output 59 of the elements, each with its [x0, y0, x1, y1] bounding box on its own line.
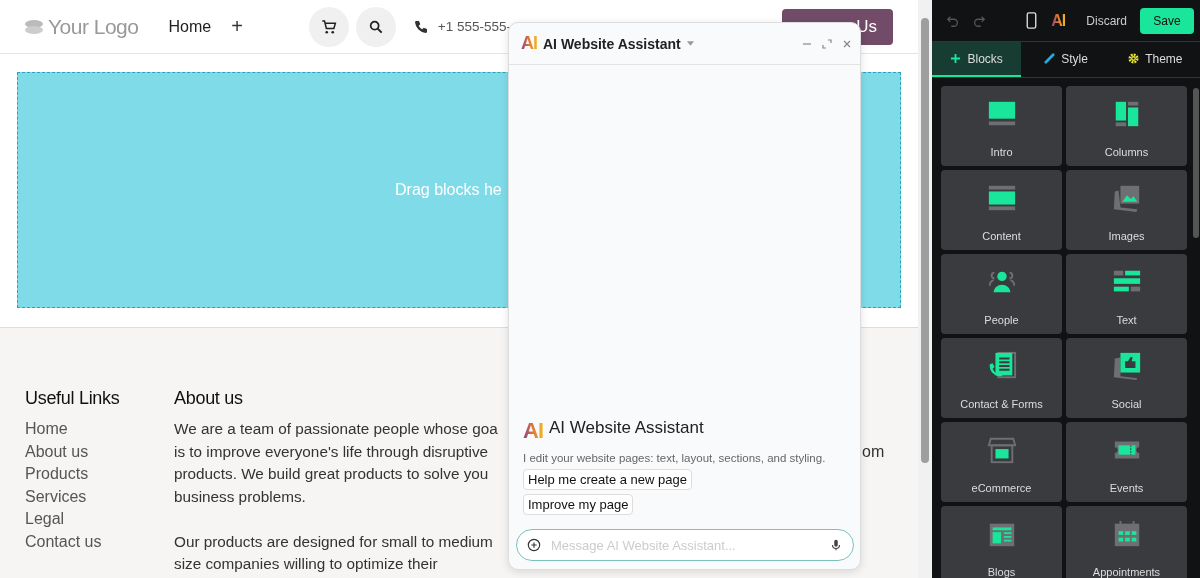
content-block-icon — [986, 183, 1017, 213]
about-heading: About us — [174, 388, 244, 409]
cart-icon — [319, 17, 338, 36]
add-icon[interactable] — [527, 538, 541, 552]
block-tile[interactable]: Text — [1066, 254, 1187, 334]
about-text-line: size companies willing to optimize their — [174, 554, 439, 574]
discard-button[interactable]: Discard — [1080, 12, 1133, 29]
about-text-line: We are a team of passionate people whose goa — [174, 419, 498, 439]
mobile-preview-icon[interactable] — [1026, 12, 1038, 29]
block-tile[interactable]: eCommerce — [941, 422, 1062, 502]
footer-link[interactable]: Services — [25, 485, 174, 508]
nav-link[interactable]: Home — [168, 17, 212, 36]
panel-tab[interactable]: Blocks — [932, 42, 1022, 77]
panel-tab[interactable]: Style — [1021, 42, 1111, 77]
assistant-title[interactable]: AI Website Assistant — [543, 35, 681, 52]
block-tile[interactable]: Content — [941, 170, 1062, 250]
block-tile[interactable]: Appointments — [1066, 506, 1187, 578]
add-menu-button[interactable]: + — [231, 15, 243, 38]
block-tile[interactable]: People — [941, 254, 1062, 334]
block-tile[interactable]: Blogs — [941, 506, 1062, 578]
about-text-fragment: om — [862, 443, 885, 461]
footer-link[interactable]: Home — [25, 418, 174, 441]
block-tile[interactable]: Contact & Forms — [941, 338, 1062, 418]
microphone-icon[interactable] — [829, 538, 843, 552]
footer-link[interactable]: About us — [25, 440, 174, 463]
intro-text: I edit your website pages: text, layout, sections, and styling. — [523, 452, 826, 464]
drop-zone-text: Drag blocks he — [395, 181, 502, 199]
logo-icon — [24, 18, 44, 35]
block-tile[interactable]: Columns — [1066, 86, 1187, 166]
about-text-line: Our products are designed for small to medium — [174, 531, 494, 552]
phone-number[interactable]: +1 555-555- — [437, 19, 512, 34]
block-tile[interactable]: Social — [1066, 338, 1187, 418]
page-scrollbar[interactable] — [918, 0, 932, 578]
suggestion-button[interactable]: Improve my page — [523, 494, 634, 515]
intro-title: AI Website Assistant — [549, 418, 704, 438]
block-tile[interactable]: Intro — [941, 86, 1062, 166]
pencil-icon — [1044, 53, 1056, 64]
plus-icon — [950, 53, 962, 64]
footer-link[interactable]: Products — [25, 463, 174, 486]
suggestion-button[interactable]: Help me create a new page — [523, 469, 692, 490]
about-text-line: is to improve everyone's life through disruptive — [174, 441, 490, 462]
ecommerce-block-icon — [986, 435, 1017, 465]
block-tile[interactable]: Events — [1066, 422, 1187, 502]
phone-icon — [412, 18, 429, 35]
close-icon[interactable] — [842, 38, 852, 49]
links-heading: Useful Links — [25, 388, 121, 409]
about-text-line: products. We build great products to solve you — [174, 464, 490, 484]
images-block-icon — [1111, 183, 1142, 213]
caret-icon[interactable] — [686, 41, 694, 46]
search-icon — [367, 18, 384, 35]
block-tile[interactable]: Images — [1066, 170, 1187, 250]
gear-icon — [1128, 53, 1140, 64]
social-block-icon — [1111, 351, 1142, 381]
panel-tab[interactable]: Theme — [1110, 42, 1200, 77]
footer-link[interactable]: Legal — [25, 508, 174, 531]
save-button[interactable]: Save — [1140, 7, 1194, 34]
footer-link[interactable]: Contact us — [25, 530, 174, 553]
expand-icon[interactable] — [822, 38, 832, 49]
about-text-line: business problems. — [174, 486, 307, 507]
